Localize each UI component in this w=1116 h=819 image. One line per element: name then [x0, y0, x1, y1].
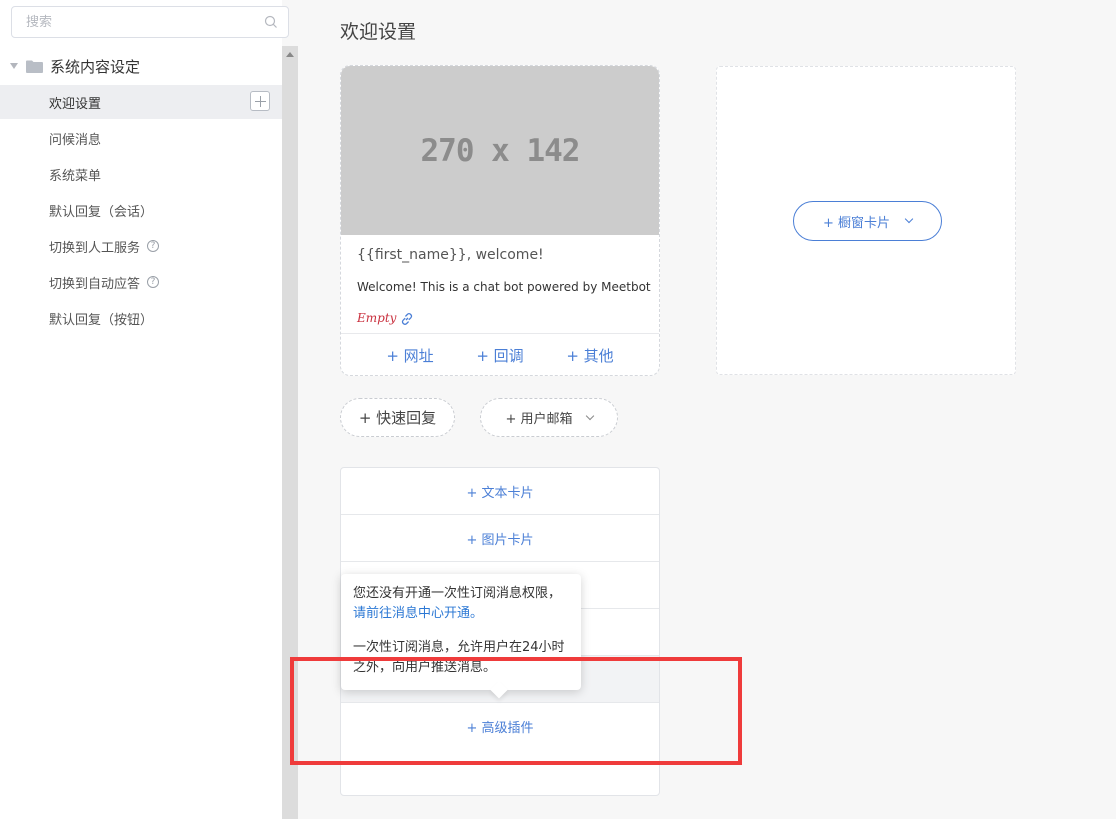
add-carousel-card-button[interactable]: + 橱窗卡片 — [793, 201, 942, 241]
sidebar-item-default-reply-button[interactable]: 默认回复（按钮） — [0, 301, 282, 335]
add-image-card-button[interactable]: + 图片卡片 — [341, 515, 659, 562]
search-icon[interactable] — [264, 15, 278, 29]
add-copy-button[interactable] — [250, 91, 273, 114]
welcome-card: 270 x 142 {{first_name}}, welcome! Welco… — [340, 65, 660, 376]
card-empty-label: Empty — [357, 311, 397, 325]
sidebar-item-welcome[interactable]: 欢迎设置 — [0, 85, 282, 119]
quick-reply-button[interactable]: + 快速回复 — [340, 398, 455, 437]
tree-root-system-content[interactable]: 系统内容设定 — [0, 50, 282, 82]
sidebar-scrollbar[interactable] — [282, 46, 298, 819]
folder-icon — [26, 60, 43, 73]
add-text-card-button[interactable]: + 文本卡片 — [341, 468, 659, 515]
subscription-tooltip: 您还没有开通一次性订阅消息权限， 请前往消息中心开通。 一次性订阅消息，允许用户… — [341, 574, 581, 699]
chevron-down-icon — [904, 214, 914, 224]
card-actions: + 网址 + 回调 + 其他 — [341, 333, 659, 375]
sidebar-item-switch-auto[interactable]: 切换到自动应答 ? — [0, 265, 282, 299]
add-advanced-plugin-button[interactable]: + 高级插件 — [341, 703, 659, 750]
sidebar-item-label: 切换到自动应答 — [49, 276, 141, 292]
card-image-placeholder[interactable]: 270 x 142 — [341, 66, 659, 235]
card-description[interactable]: Welcome! This is a chat bot powered by M… — [357, 280, 651, 294]
user-email-dropdown[interactable]: + 用户邮箱 — [480, 398, 618, 437]
search-box[interactable] — [11, 6, 289, 38]
sidebar-item-label: 默认回复（按钮） — [49, 312, 154, 328]
carousel-panel: + 橱窗卡片 — [716, 66, 1016, 375]
link-icon[interactable] — [399, 311, 415, 327]
tooltip-description: 一次性订阅消息，允许用户在24小时之外，向用户推送消息。 — [353, 640, 565, 675]
sidebar-item-label: 欢迎设置 — [49, 96, 102, 112]
search-input[interactable] — [12, 7, 242, 37]
add-callback-button[interactable]: + 回调 — [476, 345, 523, 366]
sidebar-item-label: 系统菜单 — [49, 168, 102, 184]
user-email-label: + 用户邮箱 — [505, 412, 573, 427]
sidebar-item-system-menu[interactable]: 系统菜单 — [0, 157, 282, 191]
add-other-button[interactable]: + 其他 — [566, 345, 613, 366]
chevron-down-icon — [585, 411, 594, 420]
quick-reply-label: + 快速回复 — [358, 409, 437, 427]
sidebar-item-default-reply-session[interactable]: 默认回复（会话） — [0, 193, 282, 227]
carousel-label: + 橱窗卡片 — [822, 215, 891, 231]
sidebar-item-label: 默认回复（会话） — [49, 204, 154, 220]
add-url-button[interactable]: + 网址 — [386, 345, 433, 366]
scroll-up-icon[interactable] — [286, 52, 294, 57]
sidebar-item-label: 问候消息 — [49, 132, 102, 148]
card-title[interactable]: {{first_name}}, welcome! — [357, 247, 544, 263]
image-size-label: 270 x 142 — [420, 132, 581, 169]
sidebar-item-switch-human[interactable]: 切换到人工服务 ? — [0, 229, 282, 263]
message-center-link[interactable]: 请前往消息中心开通。 — [353, 606, 483, 621]
help-icon[interactable]: ? — [147, 240, 160, 252]
sidebar-item-greeting[interactable]: 问候消息 — [0, 121, 282, 155]
page-title: 欢迎设置 — [340, 21, 417, 43]
tooltip-text: 您还没有开通一次性订阅消息权限， 请前往消息中心开通。 — [353, 584, 569, 624]
tree-root-label: 系统内容设定 — [50, 57, 141, 76]
caret-down-icon[interactable] — [10, 63, 18, 69]
sidebar-item-label: 切换到人工服务 — [49, 240, 141, 256]
sidebar: 系统内容设定 欢迎设置 问候消息 系统菜单 默认回复（会话） 切换到人工服务 ?… — [0, 0, 289, 819]
tooltip-line1: 您还没有开通一次性订阅消息权限， — [353, 586, 562, 601]
help-icon[interactable]: ? — [147, 276, 160, 288]
